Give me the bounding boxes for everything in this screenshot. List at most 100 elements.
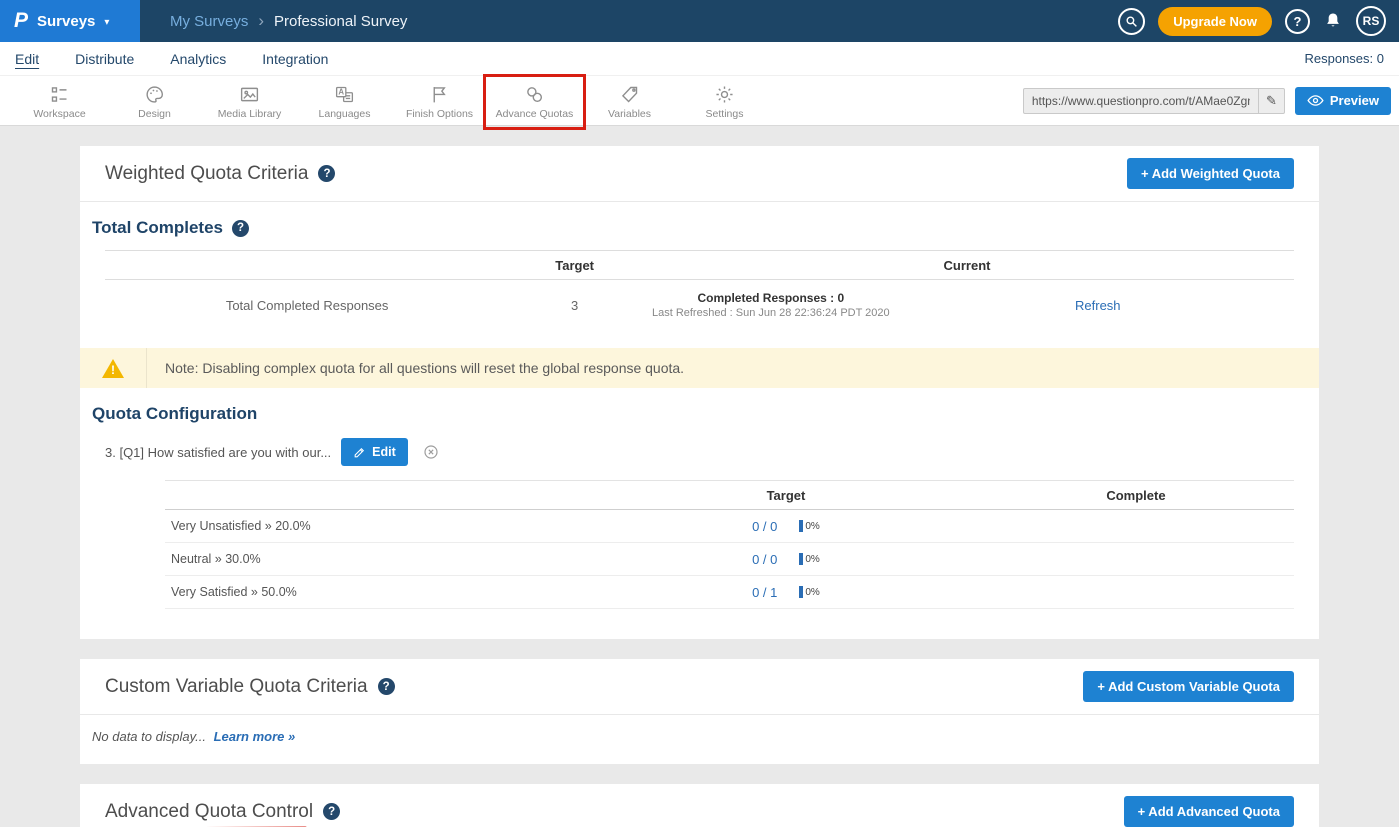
quota-row: Very Satisfied » 50.0% 0 / 1 0% bbox=[165, 576, 1294, 609]
empty-text: No data to display... bbox=[92, 729, 206, 744]
quota-configuration-heading: Quota Configuration bbox=[92, 404, 1294, 424]
question-label: 3. [Q1] How satisfied are you with our..… bbox=[105, 445, 331, 460]
help-icon[interactable] bbox=[378, 678, 395, 695]
progress-bar bbox=[799, 520, 803, 532]
warning-icon bbox=[102, 359, 124, 378]
help-icon[interactable] bbox=[323, 803, 340, 820]
progress-percent: 0% bbox=[805, 587, 819, 598]
toolbar-item-variables[interactable]: Variables bbox=[582, 82, 677, 120]
tab-integration[interactable]: Integration bbox=[262, 51, 328, 67]
help-icon[interactable] bbox=[318, 165, 335, 182]
quota-row: Neutral » 30.0% 0 / 0 0% bbox=[165, 543, 1294, 576]
progress-bar bbox=[799, 553, 803, 565]
quota-label: Very Unsatisfied » 20.0% bbox=[165, 519, 594, 533]
completed-responses: Completed Responses : 0 bbox=[640, 291, 902, 305]
current-status: Completed Responses : 0 Last Refreshed :… bbox=[640, 291, 902, 319]
quota-target-value[interactable]: 0 / 0 bbox=[752, 552, 777, 567]
add-weighted-quota-button[interactable]: + Add Weighted Quota bbox=[1127, 158, 1294, 189]
edit-question-quota-button[interactable]: Edit bbox=[341, 438, 408, 466]
quota-row: Very Unsatisfied » 20.0% 0 / 0 0% bbox=[165, 510, 1294, 543]
product-menu[interactable]: P Surveys ▾ bbox=[0, 0, 140, 42]
weighted-quota-card: Weighted Quota Criteria + Add Weighted Q… bbox=[80, 146, 1319, 639]
quota-configuration-table: Target Complete Very Unsatisfied » 20.0%… bbox=[165, 480, 1294, 609]
custom-variable-quota-title: Custom Variable Quota Criteria bbox=[105, 676, 395, 698]
quota-label: Neutral » 30.0% bbox=[165, 552, 594, 566]
column-complete: Complete bbox=[978, 488, 1294, 503]
remove-quota-icon[interactable] bbox=[423, 444, 439, 460]
tab-distribute[interactable]: Distribute bbox=[75, 51, 134, 67]
add-custom-variable-quota-button[interactable]: + Add Custom Variable Quota bbox=[1083, 671, 1294, 702]
search-icon bbox=[1125, 15, 1138, 28]
toolbar-item-settings[interactable]: Settings bbox=[677, 82, 772, 120]
survey-url-input[interactable] bbox=[1024, 94, 1258, 108]
design-icon bbox=[144, 84, 165, 105]
workspace-icon bbox=[49, 84, 70, 105]
breadcrumb-separator-icon: › bbox=[258, 11, 264, 31]
add-advanced-quota-button[interactable]: + Add Advanced Quota bbox=[1124, 796, 1294, 827]
row-label: Total Completed Responses bbox=[105, 298, 509, 313]
column-target: Target bbox=[594, 488, 978, 503]
search-button[interactable] bbox=[1118, 8, 1145, 35]
progress-bar bbox=[799, 586, 803, 598]
finish-options-icon bbox=[429, 84, 450, 105]
toolbar-item-media-library[interactable]: Media Library bbox=[202, 82, 297, 120]
languages-icon: A bbox=[334, 84, 355, 105]
questionpro-logo: P bbox=[14, 9, 28, 33]
table-header-row: Target Complete bbox=[165, 480, 1294, 510]
avatar[interactable]: RS bbox=[1356, 6, 1386, 36]
responses-count: Responses: 0 bbox=[1305, 51, 1385, 66]
custom-variable-quota-header: Custom Variable Quota Criteria + Add Cus… bbox=[80, 659, 1319, 715]
breadcrumb-my-surveys[interactable]: My Surveys bbox=[170, 13, 248, 30]
help-icon[interactable] bbox=[232, 220, 249, 237]
toolbar-item-design[interactable]: Design bbox=[107, 82, 202, 120]
total-completes-table: Target Current Total Completed Responses… bbox=[105, 250, 1294, 330]
refresh-link[interactable]: Refresh bbox=[1075, 298, 1121, 313]
table-row: Total Completed Responses 3 Completed Re… bbox=[105, 280, 1294, 330]
breadcrumb: My Surveys › Professional Survey bbox=[170, 11, 407, 31]
last-refreshed: Last Refreshed : Sun Jun 28 22:36:24 PDT… bbox=[640, 307, 902, 319]
learn-more-link[interactable]: Learn more » bbox=[214, 729, 296, 744]
column-target: Target bbox=[509, 258, 640, 273]
weighted-quota-header: Weighted Quota Criteria + Add Weighted Q… bbox=[80, 146, 1319, 202]
weighted-quota-title: Weighted Quota Criteria bbox=[105, 163, 335, 185]
question-row: 3. [Q1] How satisfied are you with our..… bbox=[105, 438, 1294, 466]
quota-note-banner: Note: Disabling complex quota for all qu… bbox=[80, 348, 1319, 388]
tab-analytics[interactable]: Analytics bbox=[170, 51, 226, 67]
note-text: Note: Disabling complex quota for all qu… bbox=[147, 348, 684, 388]
upgrade-now-button[interactable]: Upgrade Now bbox=[1158, 7, 1272, 36]
advanced-quota-card: Advanced Quota Control + Add Advanced Qu… bbox=[80, 784, 1319, 827]
toolbar-item-finish-options[interactable]: Finish Options bbox=[392, 82, 487, 120]
advanced-quota-header: Advanced Quota Control + Add Advanced Qu… bbox=[80, 784, 1319, 827]
survey-nav-tabs: Edit Distribute Analytics Integration Re… bbox=[0, 42, 1399, 76]
toolbar-item-advance-quotas[interactable]: Advance Quotas bbox=[487, 82, 582, 120]
topbar-actions: Upgrade Now RS bbox=[1118, 6, 1399, 36]
toolbar-item-workspace[interactable]: Workspace bbox=[12, 82, 107, 120]
quota-label: Very Satisfied » 50.0% bbox=[165, 585, 594, 599]
tab-edit[interactable]: Edit bbox=[15, 51, 39, 67]
product-menu-label: Surveys bbox=[37, 13, 95, 30]
svg-text:A: A bbox=[338, 87, 344, 96]
top-navbar: P Surveys ▾ My Surveys › Professional Su… bbox=[0, 0, 1399, 42]
table-header-row: Target Current bbox=[105, 250, 1294, 280]
custom-variable-quota-card: Custom Variable Quota Criteria + Add Cus… bbox=[80, 659, 1319, 764]
total-completes-heading: Total Completes bbox=[92, 218, 1294, 238]
target-value: 3 bbox=[509, 298, 640, 313]
progress-percent: 0% bbox=[805, 554, 819, 565]
media-library-icon bbox=[239, 84, 260, 105]
eye-icon bbox=[1307, 94, 1324, 107]
progress-percent: 0% bbox=[805, 521, 819, 532]
main-content: Weighted Quota Criteria + Add Weighted Q… bbox=[0, 126, 1399, 827]
quota-target-value[interactable]: 0 / 0 bbox=[752, 519, 777, 534]
survey-url-box: ✎ bbox=[1023, 88, 1285, 114]
toolbar-item-languages[interactable]: A Languages bbox=[297, 82, 392, 120]
bell-icon[interactable] bbox=[1323, 11, 1343, 31]
edit-toolbar: Workspace Design Media Library A Languag… bbox=[0, 76, 1399, 126]
quota-target-value[interactable]: 0 / 1 bbox=[752, 585, 777, 600]
edit-icon bbox=[353, 446, 366, 459]
advanced-quota-title: Advanced Quota Control bbox=[105, 801, 340, 823]
edit-url-pencil-icon[interactable]: ✎ bbox=[1258, 89, 1284, 113]
variables-icon bbox=[619, 84, 640, 105]
help-button[interactable] bbox=[1285, 9, 1310, 34]
preview-button[interactable]: Preview bbox=[1295, 87, 1391, 115]
column-current: Current bbox=[640, 258, 1294, 273]
